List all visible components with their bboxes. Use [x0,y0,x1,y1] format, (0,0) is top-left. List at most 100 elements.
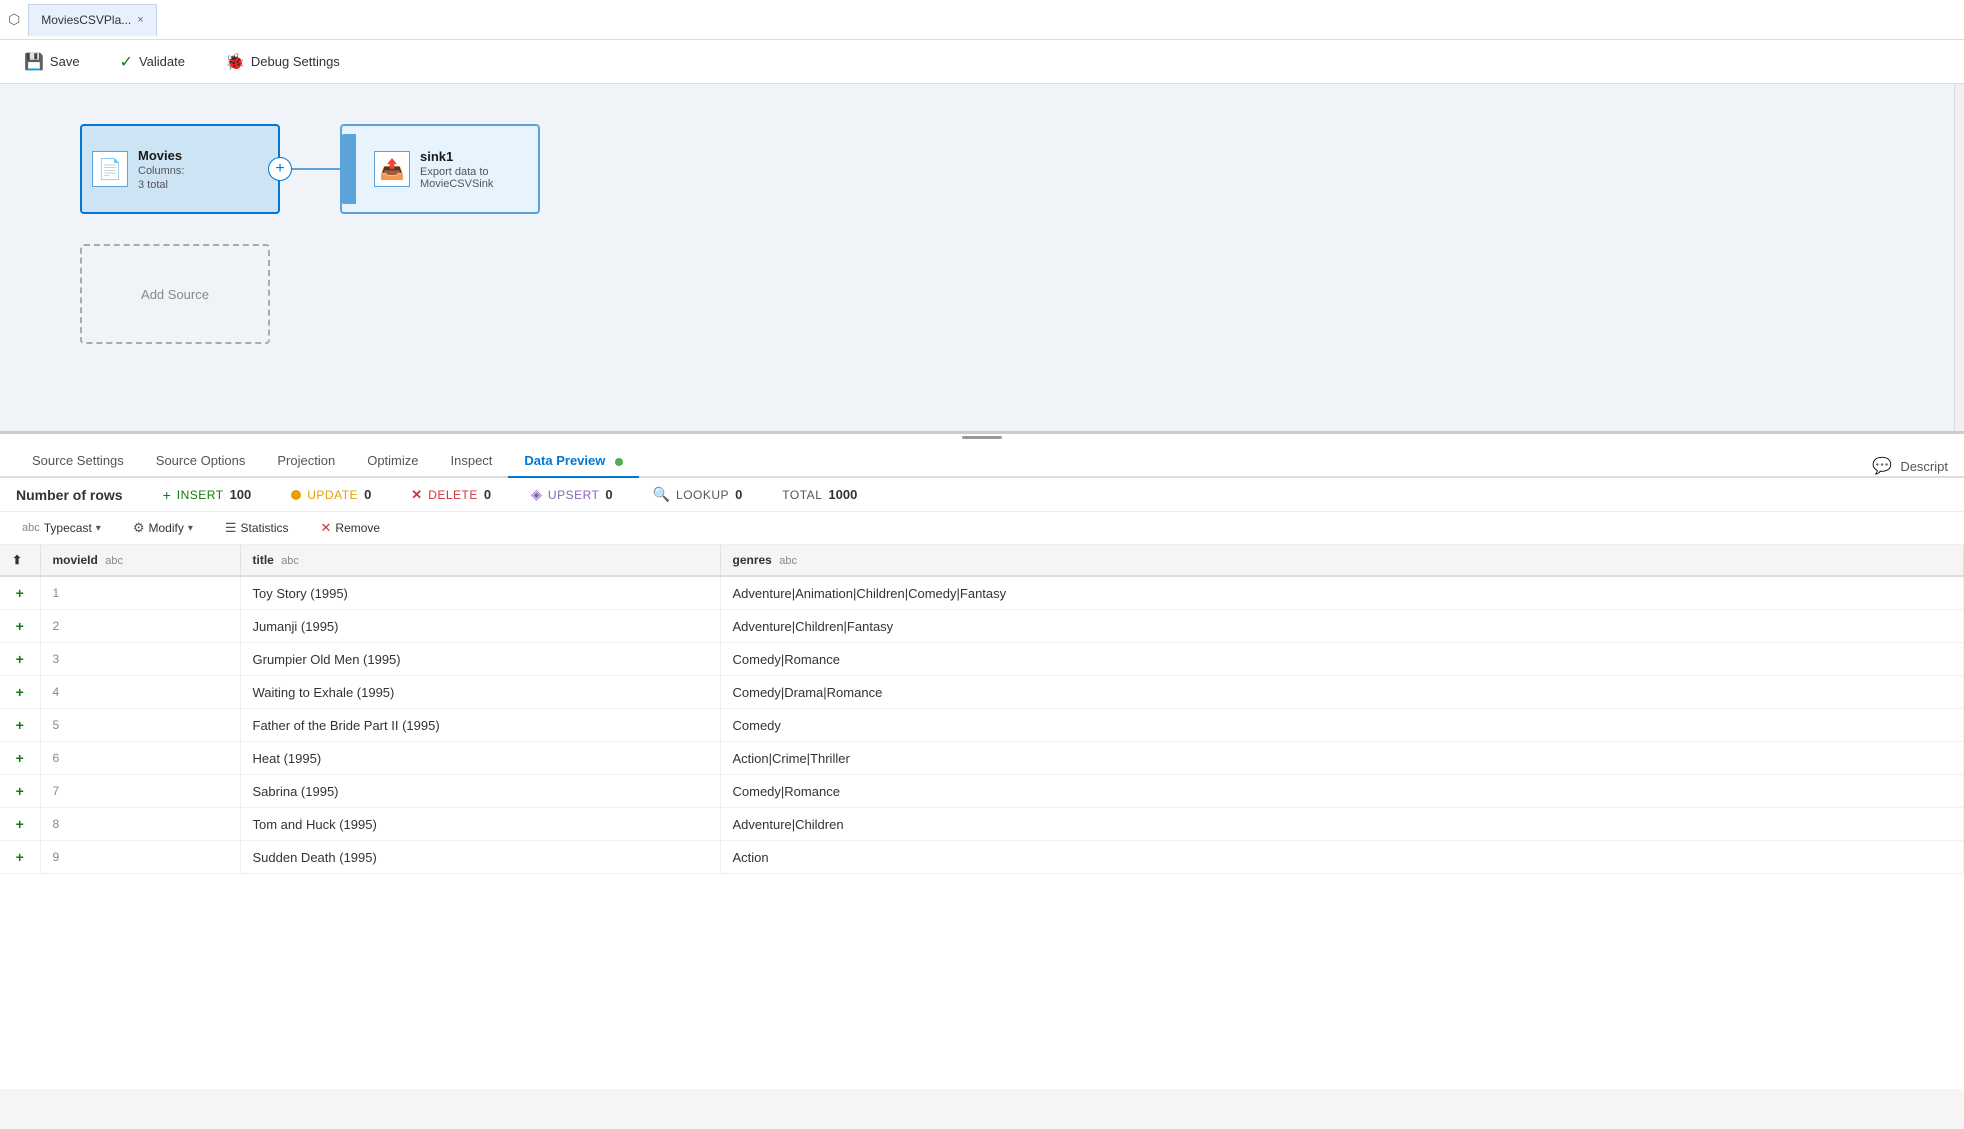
col-header-title[interactable]: title abc [240,545,720,576]
row-genres-0: Adventure|Animation|Children|Comedy|Fant… [720,576,1964,610]
typecast-icon: abc [22,522,40,534]
tabs-right: 💬 Descript [1872,456,1948,476]
sink-node-icon: 📤 [374,151,410,187]
row-title-7: Tom and Huck (1995) [240,808,720,841]
row-genres-4: Comedy [720,709,1964,742]
row-plus-5[interactable]: + [0,742,40,775]
source-node-add[interactable]: + [268,157,292,181]
update-stat: UPDATE 0 [291,487,371,502]
lookup-stat: 🔍 LOOKUP 0 [653,486,743,503]
table-row: + 2 Jumanji (1995) Adventure|Children|Fa… [0,610,1964,643]
table-row: + 5 Father of the Bride Part II (1995) C… [0,709,1964,742]
row-plus-6[interactable]: + [0,775,40,808]
modify-button[interactable]: ⚙ Modify ▾ [127,518,199,538]
source-node-col-value: 3 total [138,179,184,191]
toolbar: 💾 Save ✓ Validate 🐞 Debug Settings [0,40,1964,84]
col-header-movieid[interactable]: movieId abc [40,545,240,576]
save-button[interactable]: 💾 Save [16,48,88,76]
source-node-icon: 📄 [92,151,128,187]
data-preview-active-dot [615,458,623,466]
data-table: ⬆ movieId abc title abc genres abc [0,545,1964,874]
row-movieid-0: 1 [40,576,240,610]
tab-projection[interactable]: Projection [261,445,351,478]
tab-source-options[interactable]: Source Options [140,445,262,478]
row-title-8: Sudden Death (1995) [240,841,720,874]
app-icon: ⬡ [8,11,20,28]
row-movieid-2: 3 [40,643,240,676]
row-plus-8[interactable]: + [0,841,40,874]
add-source-button[interactable]: Add Source [80,244,270,344]
sink-node[interactable]: 📤 sink1 Export data to MovieCSVSink [340,124,540,214]
row-movieid-8: 9 [40,841,240,874]
lookup-icon: 🔍 [653,486,670,503]
table-header-row: ⬆ movieId abc title abc genres abc [0,545,1964,576]
delete-label: DELETE [428,488,478,502]
row-plus-4[interactable]: + [0,709,40,742]
canvas-scrollbar[interactable] [1954,84,1964,431]
typecast-button[interactable]: abc Typecast ▾ [16,519,107,537]
modify-icon: ⚙ [133,520,145,536]
statistics-icon: ☰ [225,520,237,536]
row-title-4: Father of the Bride Part II (1995) [240,709,720,742]
remove-button[interactable]: ✕ Remove [315,518,387,538]
statistics-button[interactable]: ☰ Statistics [219,518,295,538]
col-header-genres[interactable]: genres abc [720,545,1964,576]
source-node[interactable]: 📄 Movies Columns: 3 total + [80,124,280,214]
sink-node-desc: Export data to MovieCSVSink [420,166,528,190]
row-plus-0[interactable]: + [0,576,40,610]
update-value: 0 [364,487,371,502]
tab-data-preview[interactable]: Data Preview [508,445,639,478]
upsert-stat: ◈ UPSERT 0 [531,486,612,503]
tabs-bar: Source Settings Source Options Projectio… [0,434,1964,478]
col-header-sort[interactable]: ⬆ [0,545,40,576]
row-movieid-1: 2 [40,610,240,643]
table-row: + 9 Sudden Death (1995) Action [0,841,1964,874]
row-movieid-4: 5 [40,709,240,742]
remove-icon: ✕ [321,520,332,536]
typecast-chevron-icon: ▾ [96,523,101,534]
sink-node-title: sink1 [420,149,528,164]
row-genres-3: Comedy|Drama|Romance [720,676,1964,709]
update-label: UPDATE [307,488,358,502]
title-bar: ⬡ MoviesCSVPla... × [0,0,1964,40]
insert-label: INSERT [177,488,224,502]
tab-title: MoviesCSVPla... [41,13,131,27]
validate-button[interactable]: ✓ Validate [112,48,193,76]
tab-inspect[interactable]: Inspect [435,445,509,478]
tab-optimize[interactable]: Optimize [351,445,434,478]
delete-stat: ✕ DELETE 0 [411,487,491,503]
source-node-col-label: Columns: [138,165,184,177]
insert-value: 100 [230,487,252,502]
table-row: + 1 Toy Story (1995) Adventure|Animation… [0,576,1964,610]
row-genres-1: Adventure|Children|Fantasy [720,610,1964,643]
checkmark-icon: ✓ [120,52,133,72]
table-row: + 4 Waiting to Exhale (1995) Comedy|Dram… [0,676,1964,709]
row-plus-7[interactable]: + [0,808,40,841]
close-icon[interactable]: × [137,14,143,26]
row-title-5: Heat (1995) [240,742,720,775]
table-row: + 6 Heat (1995) Action|Crime|Thriller [0,742,1964,775]
total-value: 1000 [828,487,857,502]
row-movieid-6: 7 [40,775,240,808]
canvas-area: 📄 Movies Columns: 3 total + 📤 sink1 Expo [0,84,1964,434]
row-plus-3[interactable]: + [0,676,40,709]
row-genres-7: Adventure|Children [720,808,1964,841]
insert-icon: + [163,487,171,503]
source-node-title: Movies [138,148,184,163]
tab-movies-csv[interactable]: MoviesCSVPla... × [28,4,156,36]
upsert-value: 0 [605,487,612,502]
save-icon: 💾 [24,52,44,72]
description-label: Descript [1900,459,1948,474]
row-title-6: Sabrina (1995) [240,775,720,808]
update-icon [291,490,301,500]
row-plus-1[interactable]: + [0,610,40,643]
row-plus-2[interactable]: + [0,643,40,676]
bottom-panel: Source Settings Source Options Projectio… [0,434,1964,1089]
num-rows-stat: Number of rows [16,487,123,503]
debug-settings-button[interactable]: 🐞 Debug Settings [217,48,348,76]
total-stat: TOTAL 1000 [782,487,857,502]
row-genres-6: Comedy|Romance [720,775,1964,808]
lookup-value: 0 [735,487,742,502]
tab-source-settings[interactable]: Source Settings [16,445,140,478]
debug-icon: 🐞 [225,52,245,72]
